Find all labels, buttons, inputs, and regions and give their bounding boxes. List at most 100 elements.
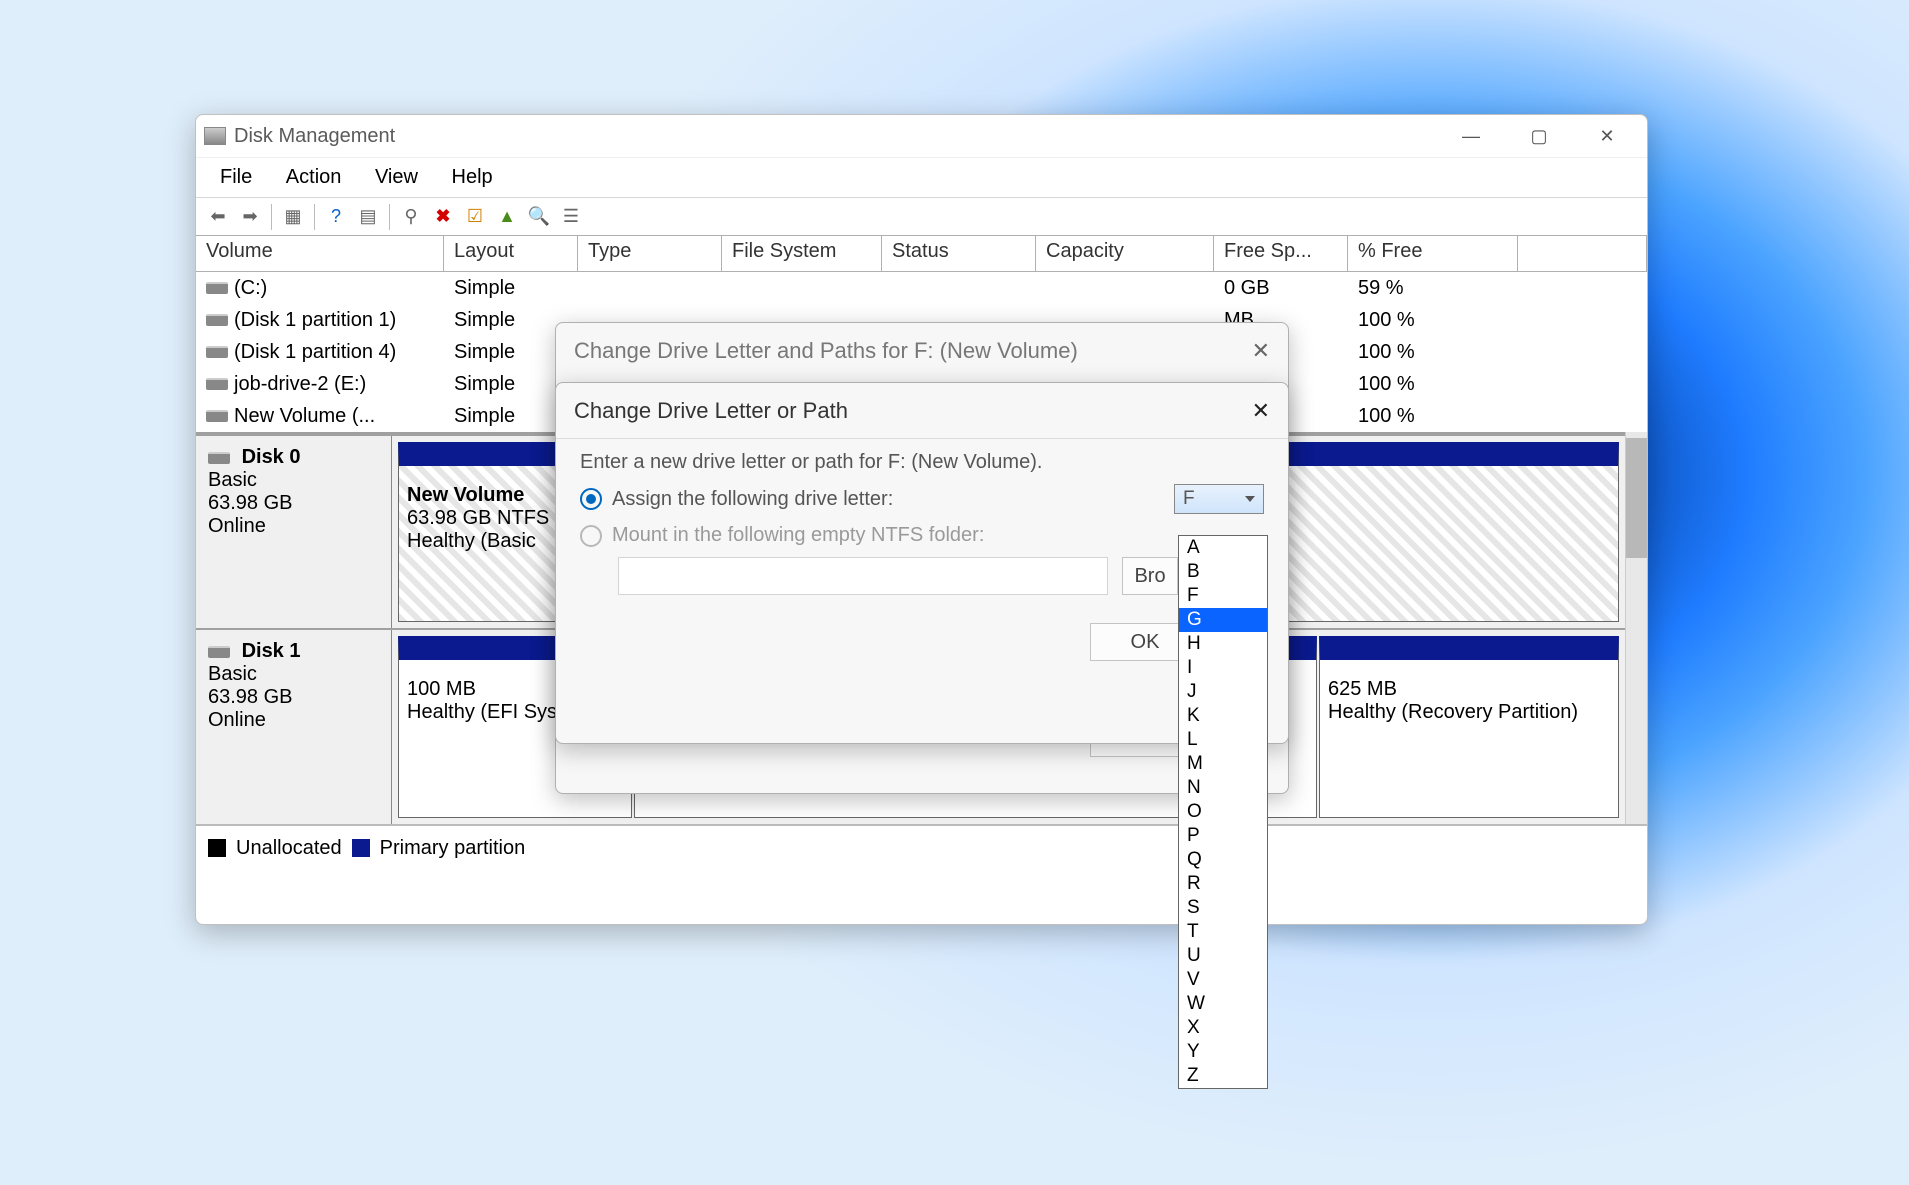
primary-swatch bbox=[352, 839, 370, 857]
dialog-prompt: Enter a new drive letter or path for F: … bbox=[580, 451, 1264, 474]
drive-letter-option[interactable]: S bbox=[1179, 896, 1267, 920]
dialog-titlebar[interactable]: Change Drive Letter or Path ✕ bbox=[556, 383, 1288, 439]
drive-letter-option[interactable]: Z bbox=[1179, 1064, 1267, 1088]
volume-free: 0 GB bbox=[1214, 277, 1348, 300]
drive-letter-option[interactable]: A bbox=[1179, 536, 1267, 560]
volume-name: (Disk 1 partition 1) bbox=[234, 309, 396, 331]
parent-dialog-title: Change Drive Letter and Paths for F: (Ne… bbox=[574, 338, 1078, 364]
drive-letter-option[interactable]: G bbox=[1179, 608, 1267, 632]
assign-letter-option[interactable]: Assign the following drive letter: F bbox=[580, 484, 1264, 514]
drive-letter-option[interactable]: B bbox=[1179, 560, 1267, 584]
minimize-button[interactable]: — bbox=[1451, 126, 1491, 147]
disk0-info[interactable]: Disk 0 Basic 63.98 GB Online bbox=[196, 436, 392, 628]
drive-letter-option[interactable]: K bbox=[1179, 704, 1267, 728]
drive-letter-option[interactable]: O bbox=[1179, 800, 1267, 824]
volume-icon bbox=[206, 346, 228, 358]
drive-letter-combo[interactable]: F bbox=[1174, 484, 1264, 514]
menu-view[interactable]: View bbox=[361, 160, 432, 195]
disk-icon bbox=[208, 452, 230, 464]
browse-button[interactable]: Bro bbox=[1122, 557, 1178, 595]
dialog-close-icon[interactable]: ✕ bbox=[1252, 398, 1270, 424]
parent-dialog-titlebar[interactable]: Change Drive Letter and Paths for F: (Ne… bbox=[556, 323, 1288, 379]
volume-pct: 100 % bbox=[1348, 373, 1518, 396]
drive-letter-option[interactable]: W bbox=[1179, 992, 1267, 1016]
partition-recovery[interactable]: 625 MB Healthy (Recovery Partition) bbox=[1319, 636, 1619, 818]
tasks-icon[interactable]: ☰ bbox=[557, 203, 585, 231]
mount-folder-label: Mount in the following empty NTFS folder… bbox=[612, 524, 984, 547]
drive-letter-option[interactable]: J bbox=[1179, 680, 1267, 704]
volume-pct: 59 % bbox=[1348, 277, 1518, 300]
drive-letter-option[interactable]: N bbox=[1179, 776, 1267, 800]
radio-mount-icon[interactable] bbox=[580, 525, 602, 547]
drive-letter-dropdown[interactable]: ABFGHIJKLMNOPQRSTUVWXYZ bbox=[1178, 535, 1268, 1089]
col-layout[interactable]: Layout bbox=[444, 236, 578, 271]
volume-name: New Volume (... bbox=[234, 405, 375, 427]
mount-folder-option[interactable]: Mount in the following empty NTFS folder… bbox=[580, 524, 1264, 547]
disk-type: Basic bbox=[208, 663, 257, 685]
up-icon[interactable]: ▲ bbox=[493, 203, 521, 231]
check-icon[interactable]: ☑ bbox=[461, 203, 489, 231]
forward-icon[interactable]: ➡ bbox=[236, 203, 264, 231]
col-spacer bbox=[1518, 236, 1647, 271]
menu-help[interactable]: Help bbox=[438, 160, 507, 195]
column-headers[interactable]: Volume Layout Type File System Status Ca… bbox=[196, 236, 1647, 272]
help-icon[interactable]: ? bbox=[322, 203, 350, 231]
disk-scrollbar[interactable] bbox=[1625, 432, 1647, 824]
disk-size: 63.98 GB bbox=[208, 686, 293, 708]
col-free[interactable]: Free Sp... bbox=[1214, 236, 1348, 271]
combo-value: F bbox=[1183, 488, 1195, 510]
properties-icon[interactable]: ▤ bbox=[354, 203, 382, 231]
drive-letter-option[interactable]: Q bbox=[1179, 848, 1267, 872]
back-icon[interactable]: ⬅ bbox=[204, 203, 232, 231]
drive-letter-option[interactable]: M bbox=[1179, 752, 1267, 776]
drive-letter-option[interactable]: I bbox=[1179, 656, 1267, 680]
col-pctfree[interactable]: % Free bbox=[1348, 236, 1518, 271]
volume-layout: Simple bbox=[444, 277, 578, 300]
close-button[interactable]: ✕ bbox=[1587, 126, 1627, 147]
volume-name: job-drive-2 (E:) bbox=[234, 373, 366, 395]
col-volume[interactable]: Volume bbox=[196, 236, 444, 271]
col-capacity[interactable]: Capacity bbox=[1036, 236, 1214, 271]
radio-assign-icon[interactable] bbox=[580, 488, 602, 510]
drive-letter-option[interactable]: P bbox=[1179, 824, 1267, 848]
drive-letter-option[interactable]: Y bbox=[1179, 1040, 1267, 1064]
list-icon[interactable]: ▦ bbox=[279, 203, 307, 231]
drive-letter-option[interactable]: T bbox=[1179, 920, 1267, 944]
col-filesystem[interactable]: File System bbox=[722, 236, 882, 271]
menubar: File Action View Help bbox=[196, 157, 1647, 198]
volume-icon bbox=[206, 282, 228, 294]
drive-letter-option[interactable]: H bbox=[1179, 632, 1267, 656]
col-type[interactable]: Type bbox=[578, 236, 722, 271]
menu-action[interactable]: Action bbox=[272, 160, 356, 195]
parent-dialog-close-icon[interactable]: ✕ bbox=[1252, 338, 1270, 364]
titlebar[interactable]: Disk Management — ▢ ✕ bbox=[196, 115, 1647, 157]
maximize-button[interactable]: ▢ bbox=[1519, 126, 1559, 147]
drive-letter-option[interactable]: F bbox=[1179, 584, 1267, 608]
drive-letter-option[interactable]: V bbox=[1179, 968, 1267, 992]
disk-status: Online bbox=[208, 515, 266, 537]
window-title: Disk Management bbox=[234, 125, 395, 148]
table-row[interactable]: (C:) Simple 0 GB 59 % bbox=[196, 272, 1647, 304]
find-icon[interactable]: 🔍 bbox=[525, 203, 553, 231]
chevron-down-icon bbox=[1245, 496, 1255, 502]
disk-label: Disk 1 bbox=[242, 640, 301, 662]
volume-icon bbox=[206, 314, 228, 326]
mount-path-input[interactable] bbox=[618, 557, 1108, 595]
drive-letter-option[interactable]: X bbox=[1179, 1016, 1267, 1040]
drive-letter-option[interactable]: L bbox=[1179, 728, 1267, 752]
disk1-info[interactable]: Disk 1 Basic 63.98 GB Online bbox=[196, 630, 392, 824]
disk-label: Disk 0 bbox=[242, 446, 301, 468]
legend-unallocated: Unallocated bbox=[236, 837, 342, 860]
col-status[interactable]: Status bbox=[882, 236, 1036, 271]
legend-primary: Primary partition bbox=[380, 837, 526, 860]
search-icon[interactable]: ⚲ bbox=[397, 203, 425, 231]
drive-letter-option[interactable]: U bbox=[1179, 944, 1267, 968]
dialog-title: Change Drive Letter or Path bbox=[574, 398, 848, 424]
legend: Unallocated Primary partition bbox=[196, 824, 1647, 870]
volume-name: (C:) bbox=[234, 277, 267, 299]
delete-icon[interactable]: ✖ bbox=[429, 203, 457, 231]
menu-file[interactable]: File bbox=[206, 160, 266, 195]
drive-letter-option[interactable]: R bbox=[1179, 872, 1267, 896]
toolbar: ⬅ ➡ ▦ ? ▤ ⚲ ✖ ☑ ▲ 🔍 ☰ bbox=[196, 198, 1647, 236]
scrollbar-thumb[interactable] bbox=[1626, 438, 1647, 558]
